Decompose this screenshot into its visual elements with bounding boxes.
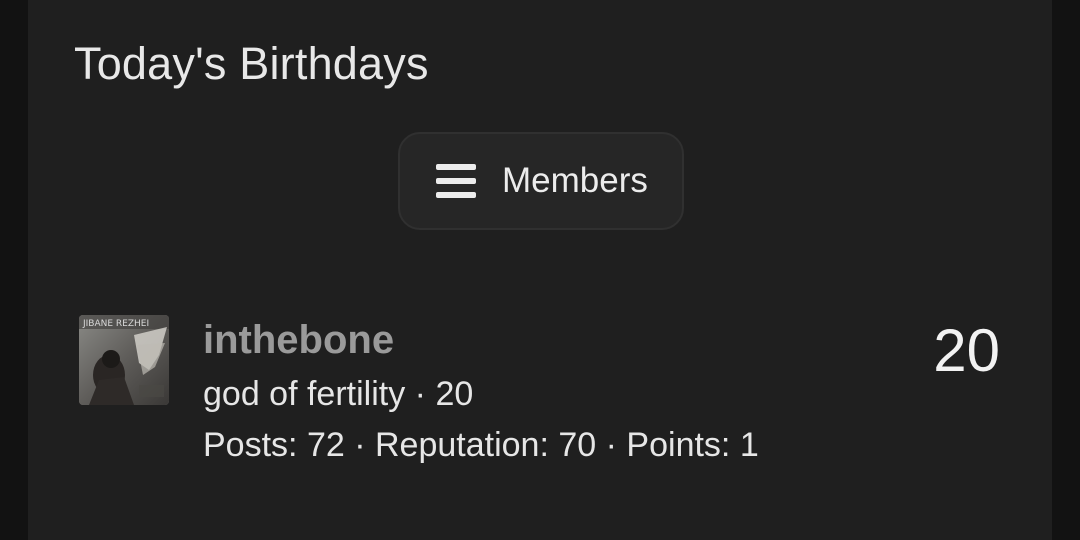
member-title-line: god of fertility · 20 xyxy=(203,375,473,414)
age-badge: 20 xyxy=(933,317,1000,384)
members-button-label: Members xyxy=(502,161,648,200)
separator: · xyxy=(605,426,617,464)
username-link[interactable]: inthebone xyxy=(203,318,394,363)
posts-label: Posts: xyxy=(203,426,298,464)
svg-text:JIBANE REZHEI: JIBANE REZHEI xyxy=(82,319,149,329)
points-label: Points: xyxy=(626,426,731,464)
points-value: 1 xyxy=(739,426,759,464)
reputation-label: Reputation: xyxy=(375,426,549,464)
member-stats: Posts: 72 · Reputation: 70 · Points: 1 xyxy=(203,426,759,465)
separator: · xyxy=(354,426,366,464)
birthdays-panel: Today's Birthdays Members JIBANE REZHEI … xyxy=(28,0,1052,540)
reputation-value: 70 xyxy=(558,426,597,464)
avatar[interactable]: JIBANE REZHEI xyxy=(79,315,169,405)
member-age: 20 xyxy=(435,375,474,413)
members-button[interactable]: Members xyxy=(398,132,684,230)
menu-icon xyxy=(436,164,476,198)
separator: · xyxy=(414,375,426,413)
member-title: god of fertility xyxy=(203,375,406,413)
section-title: Today's Birthdays xyxy=(74,38,429,89)
posts-value: 72 xyxy=(306,426,345,464)
